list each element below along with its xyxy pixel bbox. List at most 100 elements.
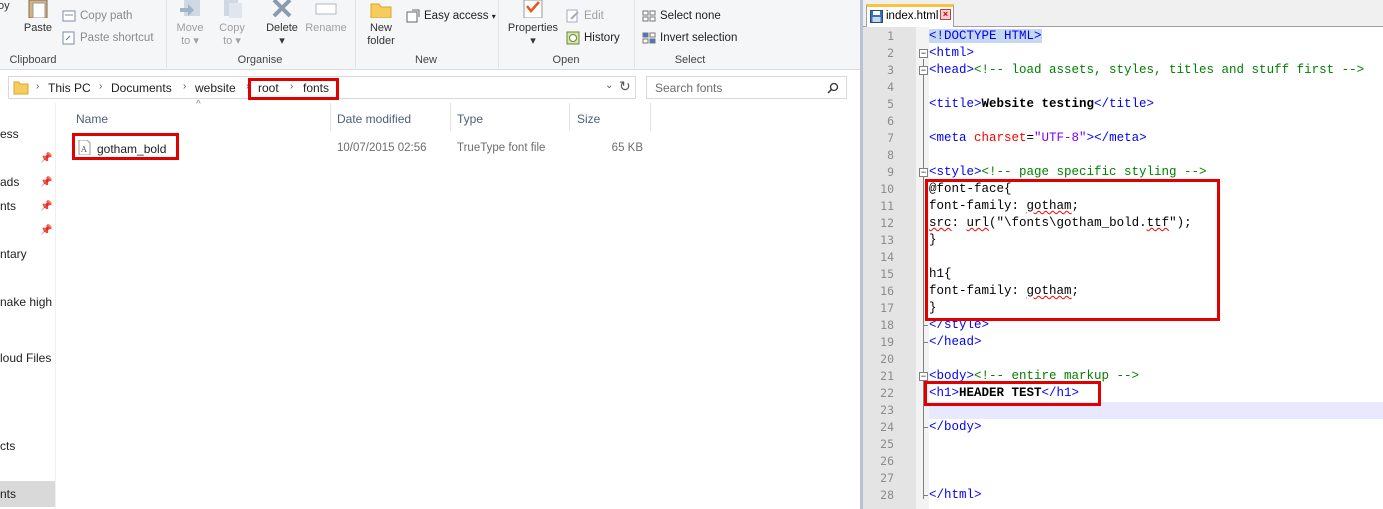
nav-item[interactable]: ntary (0, 247, 27, 261)
fold-toggle-icon[interactable]: − (919, 372, 928, 381)
easy-access-icon (406, 9, 420, 23)
line-number: 3 (887, 63, 894, 77)
history-icon (566, 31, 580, 45)
clipboard-group-label: Clipboard (9, 54, 57, 66)
code-line-1: <!DOCTYPE HTML> (929, 29, 1042, 43)
breadcrumb-website[interactable]: website (195, 81, 236, 95)
line-number: 25 (880, 437, 894, 451)
tab-bar: index.html × (863, 0, 1383, 27)
nav-item-selected[interactable]: nts (0, 481, 55, 507)
ribbon-separator (498, 0, 499, 68)
easy-access-button[interactable]: Easy access ▾ (406, 8, 496, 24)
column-header-type[interactable]: Type (457, 112, 483, 126)
line-number: 28 (880, 488, 894, 502)
fold-end-marker (923, 342, 928, 343)
move-to-icon (180, 0, 200, 16)
line-number: 13 (880, 233, 894, 247)
tab-index-html[interactable]: index.html × (866, 4, 954, 27)
code-line-2: <html> (929, 46, 975, 60)
select-none-button[interactable]: Select none (642, 8, 721, 24)
fold-end-marker (923, 427, 928, 428)
nav-item[interactable]: loud Files (0, 351, 51, 365)
close-icon[interactable]: × (940, 9, 951, 20)
invert-selection-button[interactable]: Invert selection (642, 30, 737, 46)
fold-end-marker (923, 495, 928, 496)
chevron-right-icon: › (183, 81, 187, 92)
rename-label: Rename (305, 22, 347, 34)
paste-shortcut-label: Paste shortcut (80, 32, 154, 44)
file-type: TrueType font file (457, 142, 546, 154)
select-none-label: Select none (660, 10, 721, 22)
copy-to-label: Copy to ▾ (219, 22, 245, 47)
organise-group-label: Organise (237, 54, 283, 66)
refresh-icon[interactable]: ↻ (619, 78, 631, 95)
open-group-label: Open (552, 54, 580, 66)
copy-path-label: Copy path (80, 10, 133, 22)
fold-toggle-icon[interactable]: − (919, 168, 928, 177)
line-number: 12 (880, 216, 894, 230)
line-number: 26 (880, 454, 894, 468)
ribbon-separator (355, 0, 356, 68)
search-input[interactable]: Search fonts (646, 76, 847, 99)
navigation-pane: ess 📌 ads 📌 nts 📌 📌 ntary nake high loud… (0, 103, 56, 509)
line-number: 23 (880, 403, 894, 417)
folder-icon (13, 81, 29, 95)
code-line-3: <head><!-- load assets, styles, titles a… (929, 63, 1365, 77)
pin-icon: 📌 (40, 201, 53, 212)
nav-item[interactable]: ess (0, 127, 19, 141)
line-number: 7 (887, 131, 894, 145)
select-group-label: Select (674, 54, 706, 66)
ribbon-toolbar: oy Paste Copy path Paste shortcut Clipbo… (0, 0, 860, 70)
paste-button[interactable]: Paste (22, 0, 54, 40)
file-highlight-box (72, 133, 179, 160)
delete-label: Delete ▾ (266, 22, 298, 47)
edit-button[interactable]: Edit (566, 8, 604, 24)
nav-item[interactable]: nts (0, 199, 16, 213)
chevron-right-icon: › (99, 81, 103, 92)
copy-to-button[interactable]: Copy to ▾ (214, 0, 250, 50)
fold-line (923, 59, 924, 499)
move-to-button[interactable]: Move to ▾ (172, 0, 208, 50)
easy-access-label: Easy access (424, 10, 489, 22)
code-editor[interactable]: <!DOCTYPE HTML> <html> <head><!-- load a… (924, 27, 1383, 509)
column-header-date[interactable]: Date modified (337, 112, 411, 126)
nav-item[interactable]: ads (0, 175, 19, 189)
breadcrumb-this-pc[interactable]: This PC (48, 81, 91, 95)
move-to-label: Move to ▾ (176, 22, 204, 47)
line-number: 21 (880, 369, 894, 383)
line-number: 9 (887, 165, 894, 179)
line-number: 1 (887, 29, 894, 43)
line-number-gutter: 1 2 3 4 5 6 7 8 9 10 11 12 13 14 15 16 1… (863, 27, 916, 509)
properties-button[interactable]: Properties ▾ (504, 0, 562, 50)
address-dropdown-icon[interactable]: ⌄ (605, 80, 613, 91)
paste-icon (28, 0, 48, 18)
save-disk-icon (870, 10, 883, 23)
invert-selection-icon (642, 32, 656, 44)
fold-toggle-icon[interactable]: − (919, 66, 928, 75)
line-number: 10 (880, 182, 894, 196)
copy-path-button[interactable]: Copy path (62, 8, 132, 24)
nav-item[interactable]: nake high (0, 295, 52, 309)
line-number: 16 (880, 284, 894, 298)
history-button[interactable]: History (566, 30, 620, 46)
chevron-down-icon: ▾ (491, 12, 496, 21)
paste-shortcut-icon (62, 31, 75, 45)
code-line-19: </head> (929, 335, 982, 349)
column-divider (450, 103, 451, 131)
breadcrumb-documents[interactable]: Documents (111, 81, 172, 95)
tab-label: index.html (886, 10, 939, 22)
new-folder-button[interactable]: New folder (360, 0, 402, 50)
column-header-name[interactable]: Name (76, 112, 108, 126)
properties-label: Properties ▾ (507, 22, 559, 47)
line-number: 8 (887, 148, 894, 162)
h1-highlight-box (924, 381, 1101, 406)
fold-toggle-icon[interactable]: − (919, 49, 928, 58)
paste-shortcut-button[interactable]: Paste shortcut (62, 30, 154, 46)
column-header-size[interactable]: Size (577, 112, 600, 126)
delete-button[interactable]: Delete ▾ (262, 0, 302, 50)
rename-button[interactable]: Rename (304, 0, 348, 40)
code-line-28: </html> (929, 488, 982, 502)
new-group-label: New (414, 54, 437, 66)
nav-item[interactable]: cts (0, 439, 15, 453)
line-number: 2 (887, 46, 894, 60)
